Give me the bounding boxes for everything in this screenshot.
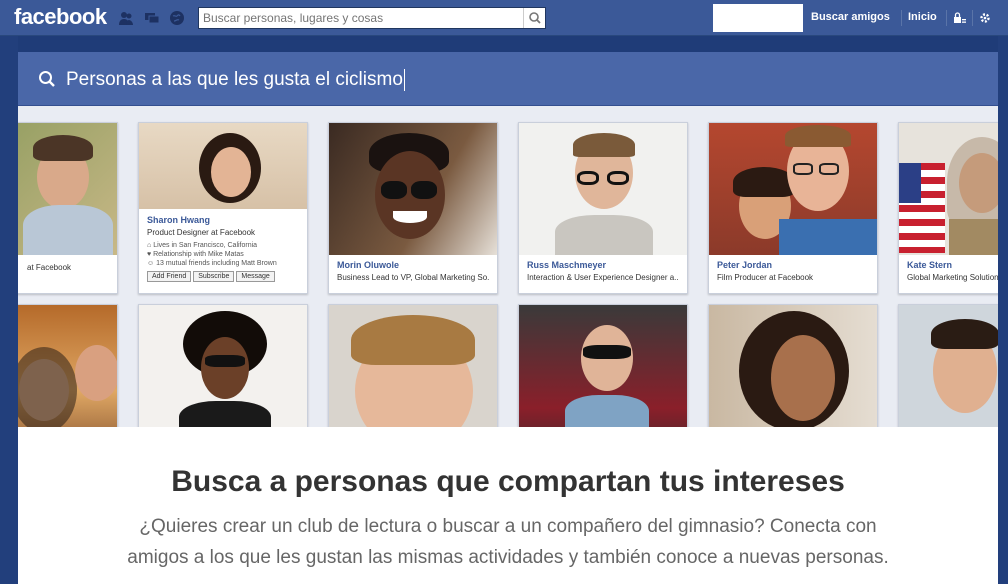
add-friend-button[interactable]: Add Friend [147,271,192,282]
person-photo [329,123,497,255]
person-photo [899,305,998,446]
person-card[interactable]: Morin Oluwole Business Lead to VP, Globa… [328,122,498,294]
person-photo [18,123,117,255]
person-name[interactable]: Russ Maschmeyer [527,260,679,270]
home-link[interactable]: Inicio [908,11,937,23]
panel-headline: Busca a personas que compartan tus inter… [171,465,845,498]
panel-description-line2: amigos a los que les gustan las mismas a… [127,547,889,568]
person-card[interactable]: Peter Jordan Film Producer at Facebook [708,122,878,294]
relationship-detail: ♥ Relationship with Mike Matas [147,251,244,258]
person-role: Film Producer at Facebook [717,273,814,282]
mutual-friends-detail: ☺ 13 mutual friends including Matt Brown [147,260,277,267]
person-name[interactable]: Kate Stern [907,260,998,270]
person-photo [519,123,687,257]
person-photo [139,305,307,446]
person-card[interactable] [328,304,498,446]
subscribe-button[interactable]: Subscribe [193,271,235,282]
person-role: Interaction & User Experience Designer a… [527,273,679,282]
person-photo [329,305,497,446]
messages-icon[interactable] [144,10,160,26]
intro-panel: Busca a personas que compartan tus inter… [18,427,998,584]
person-card[interactable]: Russ Maschmeyer Interaction & User Exper… [518,122,688,294]
top-search-input[interactable] [199,8,519,28]
search-icon [529,12,541,24]
person-card[interactable] [518,304,688,446]
person-photo [709,123,877,255]
search-icon [38,70,56,88]
message-button[interactable]: Message [236,271,275,282]
person-role: at Facebook [27,263,72,272]
hovercard: Sharon Hwang Product Designer at Faceboo… [139,209,307,293]
profile-link-box[interactable] [713,4,803,32]
person-name[interactable]: Peter Jordan [717,260,869,270]
person-photo [519,305,687,446]
person-name[interactable]: Morin Oluwole [337,260,489,270]
person-role: Global Marketing Solutions [907,273,998,282]
person-caption: Peter Jordan Film Producer at Facebook [709,255,877,293]
person-photo [899,123,998,255]
person-role: Product Designer at Facebook [147,228,256,237]
top-search-box[interactable] [198,7,546,29]
graph-search-stage: Personas a las que les gusta el ciclismo… [0,36,1008,584]
left-gutter [0,36,18,584]
top-bar: facebook Buscar amigos Inicio [0,0,1008,36]
nav-divider [946,10,947,26]
person-card[interactable] [708,304,878,446]
facebook-logo[interactable]: facebook [14,4,107,30]
person-card[interactable]: at Facebook [18,122,118,294]
nav-divider [901,10,902,26]
search-button[interactable] [523,8,545,28]
text-cursor [403,69,405,91]
person-photo [709,305,877,446]
person-photo [18,305,117,446]
person-card[interactable]: Sharon Hwang Product Designer at Faceboo… [138,122,308,294]
panel-description-line1: ¿Quieres crear un club de lectura o busc… [139,516,877,537]
person-role: Business Lead to VP, Global Marketing So… [337,273,489,282]
notifications-icon[interactable] [169,10,185,26]
gear-icon[interactable] [978,11,992,25]
person-caption: Russ Maschmeyer Interaction & User Exper… [519,255,687,293]
person-card[interactable] [898,304,998,446]
person-card[interactable]: Kate Stern Global Marketing Solutions [898,122,998,294]
person-card[interactable] [138,304,308,446]
graph-search-query[interactable]: Personas a las que les gusta el ciclismo [66,69,405,91]
friend-requests-icon[interactable] [118,10,134,26]
person-caption: Morin Oluwole Business Lead to VP, Globa… [329,255,497,293]
person-card[interactable] [18,304,118,446]
nav-divider [972,10,973,26]
person-name[interactable]: Sharon Hwang [147,215,301,225]
right-gutter [998,36,1008,584]
graph-search-bar[interactable]: Personas a las que les gusta el ciclismo [18,52,998,106]
person-caption: Kate Stern Global Marketing Solutions [899,255,998,293]
location-detail: ⌂ Lives in San Francisco, California [147,242,258,249]
find-friends-link[interactable]: Buscar amigos [811,11,890,23]
people-grid: at Facebook Sharon Hwang Product Designe… [18,106,998,446]
privacy-lock-icon[interactable] [953,11,967,25]
person-caption: at Facebook [18,255,117,293]
